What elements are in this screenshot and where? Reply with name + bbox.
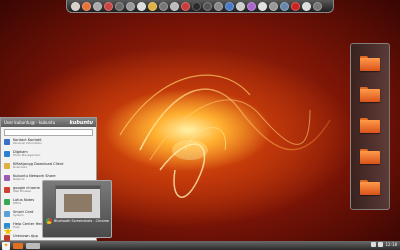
menu-item-subtitle: Office — [13, 201, 22, 205]
network-icon[interactable] — [371, 242, 377, 247]
folder-icon[interactable] — [360, 56, 380, 71]
folder-icon[interactable] — [360, 87, 380, 102]
menu-item[interactable]: KMahjongg Download Client Download — [1, 162, 96, 174]
app-icon[interactable] — [170, 1, 179, 11]
app-icon[interactable] — [159, 1, 168, 11]
app-icon[interactable] — [313, 1, 322, 11]
top-dock — [66, 0, 334, 13]
folder-icon[interactable] — [360, 118, 380, 133]
app-icon[interactable] — [247, 1, 256, 11]
menu-item[interactable]: Kontact Kontakt Personal Information — [1, 138, 96, 150]
app-icon[interactable] — [269, 1, 278, 11]
menu-item-subtitle: Web Browser — [13, 189, 32, 193]
app-icon[interactable] — [291, 1, 300, 11]
chrome-icon[interactable] — [148, 1, 157, 11]
chrome-icon[interactable] — [71, 1, 80, 11]
favorite-star-icon: ★ — [3, 225, 13, 238]
thumbnail-content — [64, 194, 92, 212]
folder-view-panel — [350, 43, 390, 210]
task-manager — [10, 242, 40, 249]
kde-logo-icon: ✦ — [3, 242, 9, 249]
search-input[interactable] — [4, 129, 93, 136]
preview-caption: Bluetooth Screenshots - Chrome — [46, 218, 110, 224]
menu-item-subtitle: Photo Management — [13, 153, 41, 157]
kickoff-button[interactable]: ✦ — [2, 241, 10, 250]
app-icon — [4, 199, 10, 205]
app-icon[interactable] — [192, 1, 201, 11]
app-icon — [4, 163, 10, 169]
folder-icon[interactable] — [360, 180, 380, 195]
taskbar-task-button[interactable] — [13, 242, 23, 249]
app-icon — [4, 175, 10, 181]
app-icon[interactable] — [115, 1, 124, 11]
app-icon — [4, 151, 10, 157]
menu-header: User kubuntu@ - kubuntu kubuntu — [1, 118, 96, 127]
app-icon — [4, 139, 10, 145]
app-icon[interactable] — [203, 1, 212, 11]
app-icon[interactable] — [93, 1, 102, 11]
user-label: User kubuntu@ - kubuntu — [4, 120, 56, 125]
app-icon[interactable] — [258, 1, 267, 11]
app-icon — [4, 187, 10, 193]
app-icon[interactable] — [214, 1, 223, 11]
menu-item-subtitle: Personal Information — [13, 141, 42, 145]
window-preview[interactable]: Bluetooth Screenshots - Chrome — [42, 180, 112, 238]
preview-thumbnail — [55, 185, 101, 219]
volume-icon[interactable] — [378, 242, 384, 247]
menu-item-title: Unknown App — [13, 234, 38, 238]
chrome-icon — [46, 218, 52, 224]
system-tray: 12:18 — [371, 242, 397, 247]
menu-item[interactable]: Digikam Photo Management — [1, 150, 96, 162]
app-icon[interactable] — [280, 1, 289, 11]
menu-item-subtitle: Download — [13, 165, 27, 169]
brand-label: kubuntu — [69, 119, 93, 126]
ubuntu-icon[interactable] — [82, 1, 91, 11]
app-icon[interactable] — [181, 1, 190, 11]
app-icon[interactable] — [104, 1, 113, 11]
app-icon[interactable] — [126, 1, 135, 11]
folder-icon[interactable] — [360, 149, 380, 164]
menu-item-subtitle: Help — [13, 225, 20, 229]
thumbnail-titlebar — [56, 186, 100, 189]
app-icon[interactable] — [302, 1, 311, 11]
media-player-icon[interactable] — [137, 1, 146, 11]
clock[interactable]: 12:18 — [385, 242, 397, 247]
preview-title: Bluetooth Screenshots - Chrome — [54, 219, 109, 223]
app-icon — [4, 211, 10, 217]
bottom-panel: ✦ 12:18 — [0, 241, 400, 250]
menu-item-subtitle: System — [13, 213, 24, 217]
app-icon[interactable] — [236, 1, 245, 11]
taskbar-task-button[interactable] — [26, 242, 40, 249]
app-icon[interactable] — [225, 1, 234, 11]
